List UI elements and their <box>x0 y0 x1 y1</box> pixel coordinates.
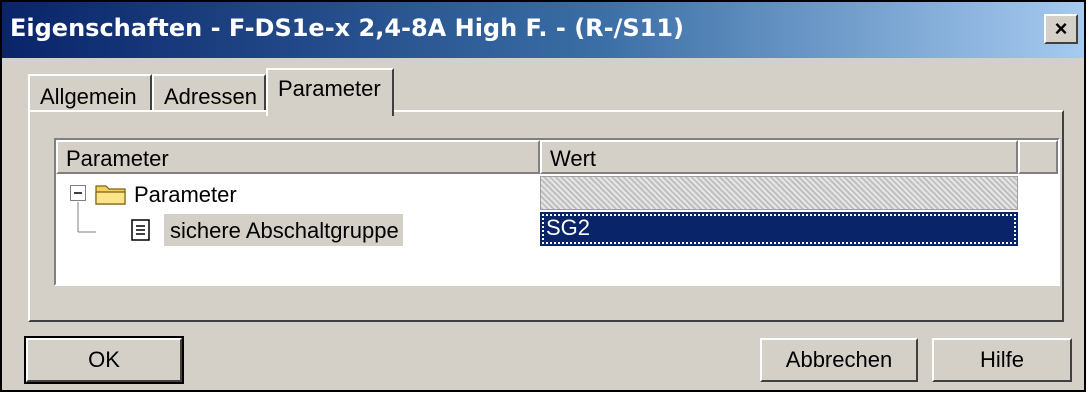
help-button[interactable]: Hilfe <box>932 338 1072 382</box>
tab-label: Adressen <box>164 84 257 109</box>
cancel-button[interactable]: Abbrechen <box>760 338 918 382</box>
value-text: SG2 <box>546 215 591 240</box>
document-icon <box>131 219 150 241</box>
tab-allgemein[interactable]: Allgemein <box>28 74 152 112</box>
window-title: Eigenschaften - F-DS1e-x 2,4-8A High F. … <box>10 14 685 42</box>
close-button[interactable]: × <box>1044 14 1078 44</box>
tab-parameter[interactable]: Parameter <box>266 68 394 116</box>
column-header-filler <box>1018 140 1058 174</box>
collapse-toggle[interactable] <box>70 185 86 201</box>
close-icon: × <box>1054 16 1068 41</box>
column-header-wert[interactable]: Wert <box>540 140 1018 174</box>
tab-adressen[interactable]: Adressen <box>152 74 266 112</box>
title-bar[interactable]: Eigenschaften - F-DS1e-x 2,4-8A High F. … <box>2 2 1084 58</box>
value-cell-disabled <box>540 176 1018 210</box>
tab-label: Parameter <box>278 76 381 101</box>
ok-button[interactable]: OK <box>24 336 184 384</box>
tab-label: Allgemein <box>40 84 137 109</box>
row-label-parameter[interactable]: Parameter <box>134 182 237 208</box>
parameter-grid: Parameter Wert Parameter sichere Abschal… <box>54 138 1060 286</box>
minus-icon <box>74 192 82 194</box>
properties-dialog: Eigenschaften - F-DS1e-x 2,4-8A High F. … <box>0 0 1086 392</box>
folder-icon <box>95 185 126 205</box>
value-cell-selected[interactable]: SG2 <box>540 212 1018 246</box>
grid-header: Parameter Wert <box>56 140 1058 174</box>
row-label-sichere-abschaltgruppe[interactable]: sichere Abschaltgruppe <box>164 214 403 246</box>
